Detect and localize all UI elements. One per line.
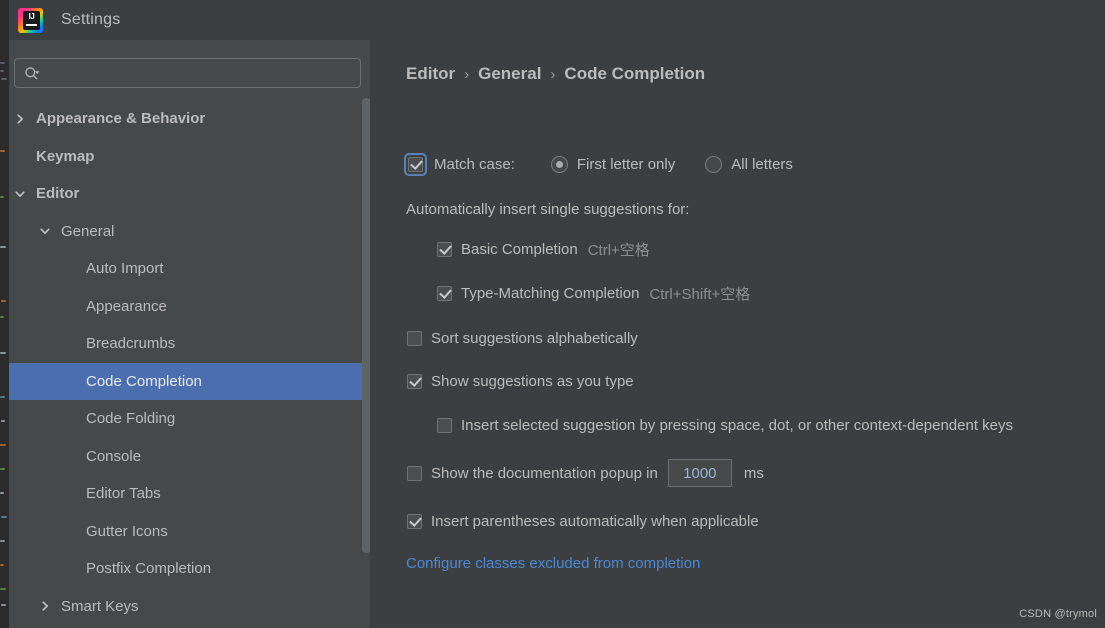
insert-parentheses-checkbox[interactable] bbox=[407, 514, 422, 529]
radio-label: First letter only bbox=[576, 156, 676, 173]
sidebar-item-auto-import[interactable]: Auto Import bbox=[9, 250, 370, 288]
match-case-checkbox[interactable] bbox=[404, 153, 427, 176]
sidebar-item-general[interactable]: General bbox=[9, 213, 370, 251]
show-suggestions-checkbox[interactable] bbox=[407, 374, 422, 389]
sidebar-item-label: Keymap bbox=[36, 147, 95, 165]
type-matching-completion-row[interactable]: Type-Matching Completion Ctrl+Shift+空格 bbox=[437, 283, 750, 304]
pane-divider[interactable] bbox=[370, 40, 379, 628]
sort-suggestions-label: Sort suggestions alphabetically bbox=[431, 330, 638, 347]
sidebar-item-postfix-completion[interactable]: Postfix Completion bbox=[9, 550, 370, 588]
insert-selected-suggestion-label: Insert selected suggestion by pressing s… bbox=[461, 417, 1013, 434]
sidebar-item-appearance[interactable]: Appearance bbox=[9, 288, 370, 326]
doc-popup-row: Show the documentation popup in ms bbox=[407, 459, 764, 487]
background-editor-strip bbox=[0, 0, 9, 628]
radio-all-letters[interactable]: All letters bbox=[705, 156, 793, 173]
sidebar-item-label: Appearance bbox=[86, 297, 167, 315]
checkbox-box bbox=[408, 157, 423, 172]
match-case-label: Match case: bbox=[434, 156, 515, 173]
sidebar-item-label: Auto Import bbox=[86, 260, 164, 278]
sidebar-item-editor-tabs[interactable]: Editor Tabs bbox=[9, 475, 370, 513]
sidebar-item-label: General bbox=[61, 222, 115, 240]
sidebar-item-label: Postfix Completion bbox=[86, 560, 212, 578]
sidebar-item-code-completion[interactable]: Code Completion bbox=[9, 362, 370, 400]
type-matching-checkbox[interactable] bbox=[437, 286, 452, 301]
radio-circle bbox=[550, 156, 568, 173]
doc-popup-checkbox[interactable] bbox=[407, 465, 422, 481]
basic-completion-checkbox[interactable] bbox=[437, 242, 452, 257]
insert-parentheses-label: Insert parentheses automatically when ap… bbox=[431, 513, 759, 530]
breadcrumb-separator-icon: › bbox=[550, 66, 556, 83]
breadcrumb-part-general[interactable]: General bbox=[478, 64, 541, 84]
watermark: CSDN @trymol bbox=[1019, 608, 1097, 620]
doc-popup-label: Show the documentation popup in bbox=[431, 464, 658, 482]
show-suggestions-label: Show suggestions as you type bbox=[431, 373, 634, 390]
breadcrumb-part-code-completion: Code Completion bbox=[564, 64, 706, 83]
sidebar-item-editor[interactable]: Editor bbox=[9, 175, 370, 213]
match-case-row: Match case: First letter only All letter… bbox=[404, 153, 793, 176]
basic-completion-shortcut: Ctrl+空格 bbox=[587, 242, 650, 259]
search-box[interactable] bbox=[14, 58, 361, 88]
settings-window: IJ Settings Appearance & Behavior Keymap E… bbox=[0, 0, 1105, 628]
breadcrumb: Editor › General › Code Completion bbox=[406, 64, 705, 84]
sidebar-item-label: Code Completion bbox=[86, 372, 202, 390]
insert-selected-suggestion-checkbox[interactable] bbox=[437, 418, 452, 433]
chevron-right-icon[interactable] bbox=[39, 600, 51, 612]
search-input[interactable] bbox=[47, 59, 355, 87]
doc-popup-delay-input[interactable] bbox=[667, 459, 732, 487]
insert-selected-suggestion-row[interactable]: Insert selected suggestion by pressing s… bbox=[437, 417, 1013, 434]
radio-circle bbox=[705, 156, 723, 173]
basic-completion-label: Basic Completion bbox=[461, 241, 578, 258]
sidebar-item-console[interactable]: Console bbox=[9, 438, 370, 476]
settings-sidebar: Appearance & Behavior Keymap Editor General… bbox=[9, 40, 371, 628]
group-label-text: Automatically insert single suggestions … bbox=[406, 201, 690, 218]
insert-parentheses-row[interactable]: Insert parentheses automatically when ap… bbox=[407, 513, 759, 530]
type-matching-label: Type-Matching Completion bbox=[461, 285, 640, 302]
sidebar-item-label: Console bbox=[86, 447, 142, 465]
settings-dialog-body: Appearance & Behavior Keymap Editor General… bbox=[9, 40, 1105, 628]
sidebar-item-keymap[interactable]: Keymap bbox=[9, 138, 370, 176]
sidebar-item-label: Code Folding bbox=[86, 410, 176, 428]
settings-tree: Appearance & Behavior Keymap Editor General… bbox=[9, 100, 370, 628]
sidebar-search[interactable] bbox=[14, 58, 361, 88]
sort-suggestions-checkbox[interactable] bbox=[407, 331, 422, 346]
show-suggestions-row[interactable]: Show suggestions as you type bbox=[407, 373, 634, 390]
search-icon bbox=[25, 67, 40, 80]
sidebar-item-label: Appearance & Behavior bbox=[36, 110, 206, 128]
settings-content-pane: Editor › General › Code Completion Match… bbox=[379, 40, 1105, 628]
intellij-idea-logo-icon: IJ bbox=[18, 7, 43, 33]
sidebar-item-smart-keys[interactable]: Smart Keys bbox=[9, 588, 370, 626]
sidebar-item-label: Smart Keys bbox=[61, 597, 139, 615]
auto-insert-group-label: Automatically insert single suggestions … bbox=[406, 201, 689, 218]
window-title: Settings bbox=[61, 11, 121, 28]
chevron-down-icon[interactable] bbox=[39, 225, 51, 237]
radio-label: All letters bbox=[731, 156, 793, 173]
window-titlebar: IJ Settings bbox=[9, 0, 1105, 40]
sidebar-item-label: Editor bbox=[36, 185, 80, 203]
sidebar-item-label: Editor Tabs bbox=[86, 485, 161, 503]
logo-letters: IJ bbox=[28, 11, 35, 21]
sort-suggestions-row[interactable]: Sort suggestions alphabetically bbox=[407, 330, 638, 347]
configure-excluded-classes-link[interactable]: Configure classes excluded from completi… bbox=[406, 555, 700, 572]
type-matching-shortcut: Ctrl+Shift+空格 bbox=[649, 286, 751, 303]
chevron-down-icon[interactable] bbox=[14, 188, 26, 200]
sidebar-item-code-folding[interactable]: Code Folding bbox=[9, 400, 370, 438]
sidebar-item-label: Gutter Icons bbox=[86, 522, 168, 540]
sidebar-item-appearance-behavior[interactable]: Appearance & Behavior bbox=[9, 100, 370, 138]
chevron-right-icon[interactable] bbox=[14, 113, 26, 125]
sidebar-item-label: Breadcrumbs bbox=[86, 335, 176, 353]
radio-first-letter-only[interactable]: First letter only bbox=[550, 156, 676, 173]
logo-underbar bbox=[26, 23, 37, 26]
sidebar-item-gutter-icons[interactable]: Gutter Icons bbox=[9, 513, 370, 551]
breadcrumb-part-editor[interactable]: Editor bbox=[406, 64, 455, 84]
breadcrumb-separator-icon: › bbox=[464, 66, 470, 83]
doc-popup-unit: ms bbox=[743, 464, 764, 482]
basic-completion-row[interactable]: Basic Completion Ctrl+空格 bbox=[437, 239, 650, 260]
sidebar-item-breadcrumbs[interactable]: Breadcrumbs bbox=[9, 325, 370, 363]
